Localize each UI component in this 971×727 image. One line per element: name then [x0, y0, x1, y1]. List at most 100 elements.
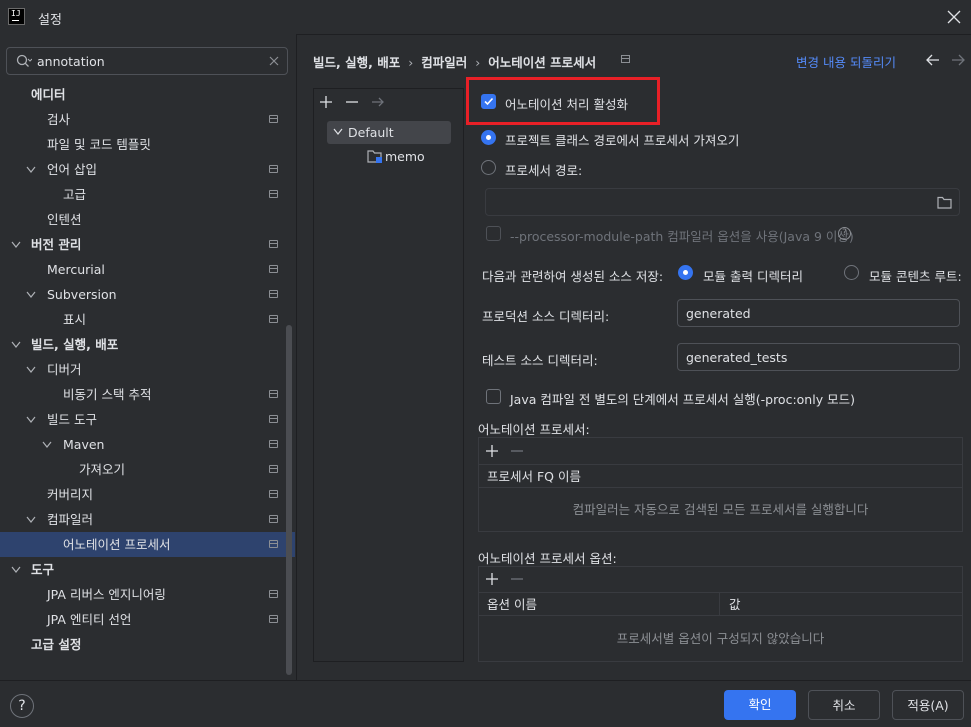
processor-path-field[interactable]: [485, 188, 960, 216]
settings-search-box[interactable]: [6, 47, 288, 75]
sidebar-item[interactable]: 도구: [0, 557, 295, 582]
project-scope-icon: [269, 540, 278, 548]
processors-section-label: 어노테이션 프로세서:: [478, 422, 590, 437]
add-processor-icon[interactable]: [484, 443, 500, 459]
column-divider: [719, 593, 720, 615]
sidebar-item[interactable]: 가져오기: [0, 457, 295, 482]
intellij-logo-icon: IJ: [8, 8, 25, 25]
chevron-down-icon[interactable]: [11, 232, 27, 257]
sidebar-item[interactable]: 언어 삽입: [0, 157, 295, 182]
option-name-column[interactable]: 옵션 이름: [487, 593, 537, 617]
remove-processor-icon[interactable]: [509, 443, 525, 459]
breadcrumb-item: 어노테이션 프로세서: [488, 55, 597, 70]
help-button[interactable]: ?: [10, 694, 34, 718]
enable-annotation-processing-checkbox[interactable]: [481, 94, 496, 109]
sidebar-item[interactable]: 에디터: [0, 82, 295, 107]
test-dir-input[interactable]: [686, 349, 939, 365]
clear-search-icon[interactable]: [267, 54, 281, 68]
sidebar-item[interactable]: JPA 리버스 엔지니어링: [0, 582, 295, 607]
production-dir-input[interactable]: [686, 305, 939, 321]
sidebar-item[interactable]: JPA 엔티티 선언: [0, 607, 295, 632]
sidebar-item-label: 언어 삽입: [47, 162, 97, 177]
breadcrumb: 빌드, 실행, 배포 › 컴파일러 › 어노테이션 프로세서: [313, 52, 596, 70]
proc-only-checkbox[interactable]: [486, 389, 501, 404]
search-input[interactable]: [37, 51, 257, 71]
sidebar-item[interactable]: 어노테이션 프로세서: [0, 532, 295, 557]
chevron-down-icon[interactable]: [26, 507, 42, 532]
breadcrumb-item[interactable]: 빌드, 실행, 배포: [313, 52, 400, 71]
processor-path-input[interactable]: [494, 194, 920, 210]
sidebar-item[interactable]: 검사: [0, 107, 295, 132]
browse-folder-icon[interactable]: [937, 196, 952, 209]
chevron-down-icon[interactable]: [11, 557, 27, 582]
back-arrow-icon[interactable]: [925, 53, 941, 67]
sidebar-item[interactable]: Subversion: [0, 282, 295, 307]
help-icon[interactable]: ?: [838, 227, 851, 240]
option-value-column[interactable]: 값: [729, 593, 741, 617]
project-scope-icon: [269, 265, 278, 273]
chevron-down-icon[interactable]: [26, 407, 42, 432]
project-scope-icon: [621, 55, 630, 63]
sidebar-item[interactable]: 표시: [0, 307, 295, 332]
chevron-down-icon[interactable]: [11, 332, 27, 357]
sidebar-item[interactable]: 빌드, 실행, 배포: [0, 332, 295, 357]
processors-table: 프로세서 FQ 이름 컴파일러는 자동으로 검색된 모든 프로세서를 실행합니다: [478, 437, 963, 532]
processor-path-radio[interactable]: [481, 160, 496, 175]
chevron-down-icon[interactable]: [26, 282, 42, 307]
add-option-icon[interactable]: [484, 571, 500, 587]
classpath-radio[interactable]: [481, 130, 496, 145]
test-dir-field[interactable]: [677, 343, 960, 371]
sidebar-item-label: 고급: [63, 187, 87, 202]
ok-button[interactable]: 확인: [724, 690, 796, 720]
breadcrumb-item[interactable]: 컴파일러: [421, 52, 467, 71]
move-to-profile-icon[interactable]: [370, 94, 386, 110]
module-content-root-radio[interactable]: [844, 265, 859, 280]
sidebar-item[interactable]: 비동기 스택 추적: [0, 382, 295, 407]
sidebar-item[interactable]: 커버리지: [0, 482, 295, 507]
sidebar-item[interactable]: 고급 설정: [0, 632, 295, 657]
sidebar-item[interactable]: Mercurial: [0, 257, 295, 282]
sidebar-item[interactable]: 인텐션: [0, 207, 295, 232]
store-generated-label: 다음과 관련하여 생성된 소스 저장:: [482, 269, 664, 284]
remove-option-icon[interactable]: [509, 571, 525, 587]
add-profile-icon[interactable]: [318, 94, 334, 110]
reset-changes-link[interactable]: 변경 내용 되돌리기: [796, 52, 896, 71]
project-scope-icon: [269, 465, 278, 473]
project-scope-icon: [269, 440, 278, 448]
classpath-label: 프로젝트 클래스 경로에서 프로세서 가져오기: [505, 133, 740, 148]
chevron-down-icon[interactable]: [42, 432, 58, 457]
sidebar-item-label: 가져오기: [79, 462, 126, 477]
project-scope-icon: [269, 165, 278, 173]
sidebar-item[interactable]: 파일 및 코드 템플릿: [0, 132, 295, 157]
sidebar-item[interactable]: 버전 관리: [0, 232, 295, 257]
module-output-radio[interactable]: [678, 265, 693, 280]
sidebar-item[interactable]: 빌드 도구: [0, 407, 295, 432]
sidebar-item-label: 비동기 스택 추적: [63, 387, 152, 402]
profile-default[interactable]: Default: [327, 121, 451, 144]
production-dir-field[interactable]: [677, 299, 960, 327]
cancel-button[interactable]: 취소: [808, 690, 880, 720]
chevron-down-icon[interactable]: [26, 357, 42, 382]
sidebar-item[interactable]: 디버거: [0, 357, 295, 382]
project-scope-icon: [269, 290, 278, 298]
close-icon[interactable]: [944, 7, 964, 27]
sidebar-item-label: JPA 엔티티 선언: [47, 612, 132, 627]
chevron-down-icon[interactable]: [26, 157, 42, 182]
profile-label: Default: [348, 125, 394, 140]
module-label: memo: [385, 149, 425, 164]
project-scope-icon: [269, 515, 278, 523]
sidebar-item[interactable]: 컴파일러: [0, 507, 295, 532]
sidebar-item-label: 버전 관리: [31, 237, 82, 252]
project-scope-icon: [269, 590, 278, 598]
module-content-root-label: 모듈 콘텐츠 루트:: [869, 269, 962, 284]
processor-fq-name-column[interactable]: 프로세서 FQ 이름: [487, 465, 581, 489]
sidebar-item-label: 고급 설정: [31, 637, 82, 652]
sidebar-scrollbar[interactable]: [286, 325, 292, 675]
profiles-panel: [313, 88, 464, 662]
remove-profile-icon[interactable]: [344, 94, 360, 110]
forward-arrow-icon[interactable]: [950, 53, 966, 67]
apply-button[interactable]: 적용(A): [892, 690, 964, 720]
sidebar-item[interactable]: Maven: [0, 432, 295, 457]
module-path-checkbox[interactable]: [486, 226, 501, 241]
sidebar-item[interactable]: 고급: [0, 182, 295, 207]
